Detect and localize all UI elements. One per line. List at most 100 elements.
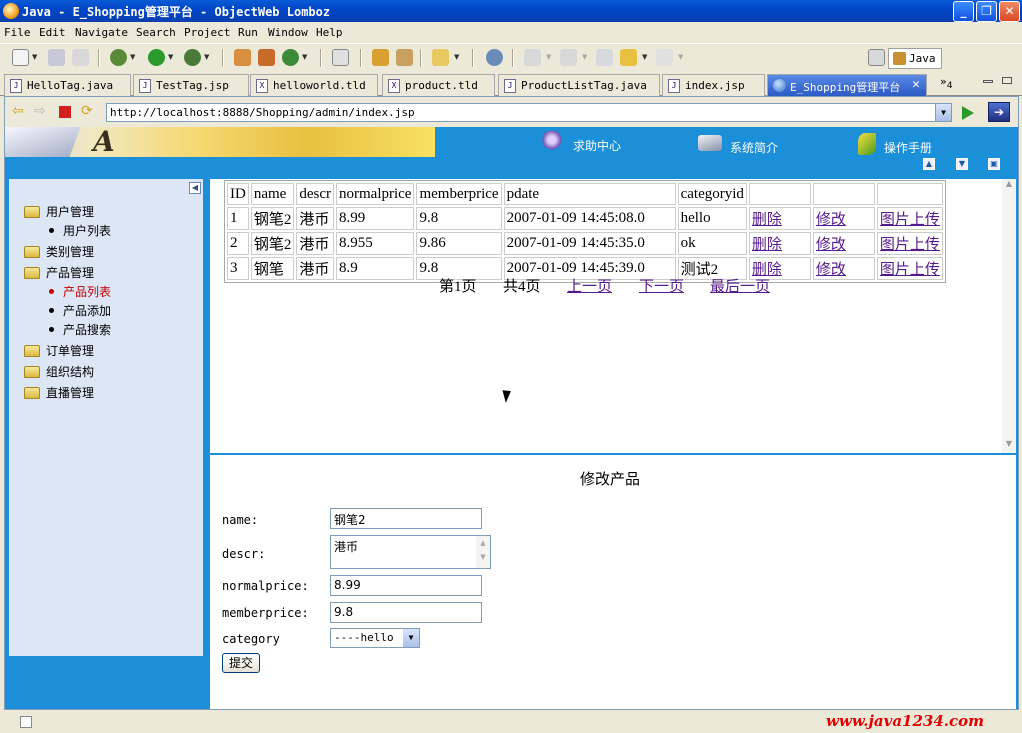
scroll-up-arrow-icon[interactable]: ▲ bbox=[1002, 179, 1016, 193]
menu-search[interactable]: Search bbox=[136, 26, 176, 39]
edit-link[interactable]: 修改 bbox=[816, 262, 846, 278]
url-history-dropdown-icon[interactable]: ▼ bbox=[935, 104, 951, 121]
external-tools-dropdown-icon[interactable]: ▼ bbox=[204, 53, 209, 61]
back-icon[interactable] bbox=[620, 49, 637, 66]
save-icon[interactable] bbox=[48, 49, 65, 66]
more-tabs-icon[interactable]: »4 bbox=[940, 75, 953, 91]
menu-help[interactable]: Help bbox=[316, 26, 343, 39]
image-upload-link[interactable]: 图片上传 bbox=[880, 262, 940, 278]
menu-navigate[interactable]: Navigate bbox=[75, 26, 128, 39]
tab-hellotag-java[interactable]: J HelloTag.java bbox=[4, 74, 131, 96]
tab-product-tld[interactable]: Xproduct.tld bbox=[382, 74, 495, 96]
menu-run[interactable]: Run bbox=[238, 26, 258, 39]
name-input[interactable]: 钢笔2 bbox=[330, 508, 482, 529]
toggle-frame-icon[interactable]: ▣ bbox=[988, 158, 1000, 170]
minimize-view-icon[interactable] bbox=[983, 80, 993, 83]
prev-annotation-dropdown-icon[interactable]: ▼ bbox=[582, 53, 587, 61]
external-tools-icon[interactable] bbox=[184, 49, 201, 66]
web-browser-icon[interactable] bbox=[486, 49, 503, 66]
new-package-icon[interactable] bbox=[258, 49, 275, 66]
sidebar-group-category-management[interactable]: 类别管理 bbox=[24, 243, 94, 260]
delete-link[interactable]: 删除 bbox=[752, 212, 782, 228]
open-external-browser-icon[interactable]: ➔ bbox=[988, 102, 1010, 122]
textarea-scrollbar[interactable]: ▲ ▼ bbox=[476, 536, 490, 568]
edit-link[interactable]: 修改 bbox=[816, 212, 846, 228]
folder-dropdown-icon[interactable]: ▼ bbox=[454, 53, 459, 61]
tab-e-shopping-browser[interactable]: E_Shopping管理平台 ✕ bbox=[767, 74, 927, 96]
back-arrow-icon[interactable]: ⇦ bbox=[12, 104, 27, 118]
menu-project[interactable]: Project bbox=[184, 26, 230, 39]
pager-prev-link[interactable]: 上一页 bbox=[567, 279, 612, 295]
sidebar-group-order-management[interactable]: 订单管理 bbox=[24, 342, 94, 359]
sidebar-group-live-management[interactable]: 直播管理 bbox=[24, 384, 94, 401]
chevron-down-icon[interactable]: ▼ bbox=[403, 629, 419, 647]
sidebar-group-user-management[interactable]: 用户管理 bbox=[24, 203, 94, 220]
scroll-down-icon[interactable]: ▼ bbox=[956, 158, 968, 170]
url-field[interactable]: http://localhost:8888/Shopping/admin/ind… bbox=[106, 103, 952, 122]
system-intro-link[interactable]: 系统简介 bbox=[698, 135, 778, 156]
run-dropdown-icon[interactable]: ▼ bbox=[168, 53, 173, 61]
open-resource-icon[interactable] bbox=[372, 49, 389, 66]
maximize-button[interactable]: ❐ bbox=[976, 1, 997, 22]
new-class-icon[interactable] bbox=[282, 49, 299, 66]
descr-textarea[interactable]: 港币 ▲ ▼ bbox=[330, 535, 491, 569]
new-icon[interactable] bbox=[12, 49, 29, 66]
open-perspective-icon[interactable] bbox=[868, 49, 885, 66]
manual-link[interactable]: 操作手册 bbox=[858, 133, 932, 156]
tab-index-jsp[interactable]: Jindex.jsp bbox=[662, 74, 765, 96]
next-annotation-icon[interactable] bbox=[524, 49, 541, 66]
minimize-button[interactable]: _ bbox=[953, 1, 974, 22]
pager-last-link[interactable]: 最后一页 bbox=[710, 279, 770, 295]
normalprice-input[interactable]: 8.99 bbox=[330, 575, 482, 596]
image-upload-link[interactable]: 图片上传 bbox=[880, 212, 940, 228]
prev-annotation-icon[interactable] bbox=[560, 49, 577, 66]
product-list-scrollbar[interactable]: ▲ ▼ bbox=[1002, 179, 1016, 453]
debug-icon[interactable] bbox=[110, 49, 127, 66]
sidebar-item-product-list[interactable]: 产品列表 bbox=[49, 283, 111, 300]
fast-view-icon[interactable] bbox=[20, 716, 32, 728]
open-folder-icon[interactable] bbox=[432, 49, 449, 66]
submit-button[interactable]: 提交 bbox=[222, 653, 260, 673]
close-button[interactable]: ✕ bbox=[999, 1, 1020, 22]
new-class-dropdown-icon[interactable]: ▼ bbox=[302, 53, 307, 61]
tab-helloworld-tld[interactable]: Xhelloworld.tld bbox=[250, 74, 378, 96]
tab-testtag-jsp[interactable]: J TestTag.jsp bbox=[133, 74, 249, 96]
collapse-sidebar-icon[interactable]: ◀ bbox=[189, 182, 201, 194]
maximize-view-icon[interactable] bbox=[1002, 77, 1012, 84]
back-dropdown-icon[interactable]: ▼ bbox=[642, 53, 647, 61]
open-type-icon[interactable] bbox=[332, 49, 349, 66]
scroll-down-arrow-icon[interactable]: ▼ bbox=[1002, 439, 1016, 453]
print-icon[interactable] bbox=[72, 49, 89, 66]
forward-icon[interactable] bbox=[656, 49, 673, 66]
sidebar-group-organization[interactable]: 组织结构 bbox=[24, 363, 94, 380]
sidebar-item-product-search[interactable]: 产品搜索 bbox=[49, 321, 111, 338]
menu-file[interactable]: File bbox=[4, 26, 31, 39]
edit-link[interactable]: 修改 bbox=[816, 237, 846, 253]
new-java-project-icon[interactable] bbox=[234, 49, 251, 66]
eclipse-app-icon[interactable] bbox=[3, 3, 19, 19]
stop-icon[interactable] bbox=[59, 106, 71, 118]
debug-dropdown-icon[interactable]: ▼ bbox=[130, 53, 135, 61]
next-annotation-dropdown-icon[interactable]: ▼ bbox=[546, 53, 551, 61]
menu-window[interactable]: Window bbox=[268, 26, 308, 39]
search-tool-icon[interactable] bbox=[396, 49, 413, 66]
scroll-up-icon[interactable]: ▲ bbox=[923, 158, 935, 170]
forward-dropdown-icon[interactable]: ▼ bbox=[678, 53, 683, 61]
close-tab-icon[interactable]: ✕ bbox=[912, 77, 920, 92]
help-center-link[interactable]: 求助中心 bbox=[541, 131, 621, 154]
sidebar-item-product-add[interactable]: 产品添加 bbox=[49, 302, 111, 319]
delete-link[interactable]: 删除 bbox=[752, 237, 782, 253]
java-perspective-button[interactable]: Java bbox=[888, 48, 942, 69]
forward-arrow-icon[interactable]: ⇨ bbox=[34, 104, 49, 118]
tab-productlisttag-java[interactable]: J ProductListTag.java bbox=[498, 74, 660, 96]
category-select[interactable]: ----hello ▼ bbox=[330, 628, 420, 648]
new-dropdown-icon[interactable]: ▼ bbox=[32, 53, 37, 61]
sidebar-item-user-list[interactable]: 用户列表 bbox=[49, 222, 111, 239]
go-icon[interactable] bbox=[962, 106, 974, 120]
menu-edit[interactable]: Edit bbox=[39, 26, 66, 39]
refresh-icon[interactable]: ⟳ bbox=[81, 104, 96, 118]
run-icon[interactable] bbox=[148, 49, 165, 66]
image-upload-link[interactable]: 图片上传 bbox=[880, 237, 940, 253]
pager-next-link[interactable]: 下一页 bbox=[639, 279, 684, 295]
sidebar-group-product-management[interactable]: 产品管理 bbox=[24, 264, 94, 281]
